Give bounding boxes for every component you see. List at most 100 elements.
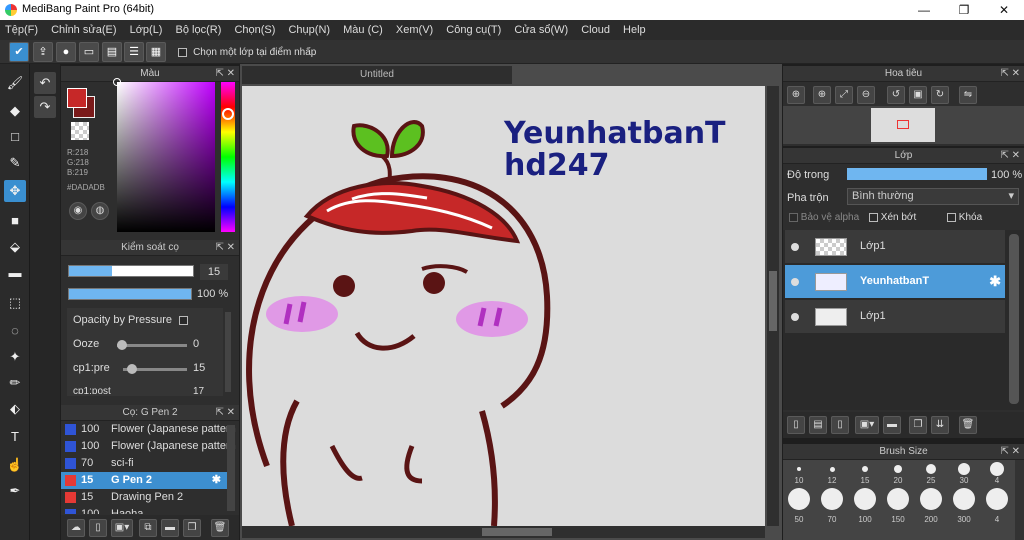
brush-size-scrollbar[interactable]	[1015, 460, 1024, 540]
maximize-button[interactable]: ❐	[944, 0, 984, 20]
blend-mode-select[interactable]: Bình thường ▾	[847, 188, 1019, 205]
eyedropper-tool-icon[interactable]: ✒	[4, 480, 26, 502]
add-brush-dropdown-icon[interactable]: ▣▾	[111, 519, 133, 537]
ooze-slider[interactable]	[117, 344, 187, 347]
chat-icon[interactable]: ▭	[79, 42, 99, 62]
canvas-vscroll-thumb[interactable]	[769, 271, 777, 331]
brush-size-preset[interactable]	[986, 488, 1008, 510]
brush-size-preset[interactable]	[821, 488, 843, 510]
brush-size-preset[interactable]	[862, 466, 868, 472]
visibility-icon[interactable]	[791, 243, 799, 251]
brush-item[interactable]: 100 Flower (Japanese pattern	[61, 438, 236, 455]
close-button[interactable]: ✕	[984, 0, 1024, 20]
visibility-icon[interactable]	[791, 278, 799, 286]
brush-size-preset[interactable]	[797, 467, 801, 471]
zoom-out-icon[interactable]: ⊖	[857, 86, 875, 104]
brush-size-preset[interactable]	[854, 488, 876, 510]
grid-check-icon[interactable]: ▦	[146, 42, 166, 62]
layer-opacity-bar[interactable]	[847, 168, 987, 180]
select-pen-icon[interactable]: ✏	[4, 372, 26, 394]
folder-icon[interactable]: ▬	[883, 416, 901, 434]
gradient-tool-icon[interactable]: ▬	[4, 262, 26, 284]
rotate-right-icon[interactable]: ↻	[931, 86, 949, 104]
new-halftone-layer-icon[interactable]: ▤	[809, 416, 827, 434]
brush-item[interactable]: 70 sci-fi	[61, 455, 227, 472]
duplicate-icon[interactable]: ❐	[183, 519, 201, 537]
transparent-swatch-icon[interactable]	[71, 122, 89, 140]
brush-size-preset[interactable]	[990, 462, 1004, 476]
brush-tool-icon[interactable]: 🖌	[4, 72, 26, 94]
brush-size-preset[interactable]	[894, 465, 902, 473]
brush-list-scrollbar[interactable]	[227, 425, 235, 511]
layer-row[interactable]: Lớp1	[785, 230, 1005, 264]
new-layer-icon[interactable]: ▯	[787, 416, 805, 434]
menu-cloud[interactable]: Cloud	[576, 20, 615, 40]
document-tab[interactable]: Untitled	[242, 66, 512, 84]
dot-tool-icon[interactable]: ✎	[4, 152, 26, 174]
visibility-icon[interactable]	[791, 313, 799, 321]
zoom-in-icon[interactable]: ⊕	[813, 86, 831, 104]
panel-close-icon[interactable]: ⇱ ✕	[215, 405, 235, 421]
fit-window-icon[interactable]: ▣	[909, 86, 927, 104]
panel-close-icon[interactable]: ⇱ ✕	[1000, 66, 1020, 82]
canvas-hscroll-thumb[interactable]	[482, 528, 552, 536]
protect-alpha-checkbox[interactable]	[789, 212, 798, 222]
folder-icon[interactable]: ▬	[161, 519, 179, 537]
brush-size-preset[interactable]	[920, 488, 942, 510]
clipping-option[interactable]: Xén bớt	[869, 212, 916, 223]
trash-icon[interactable]: 🗑	[211, 519, 229, 537]
new-brush-icon[interactable]: ▯	[89, 519, 107, 537]
clipping-checkbox[interactable]	[869, 212, 878, 222]
move-tool-icon[interactable]: ✥	[4, 180, 26, 202]
bucket-tool-icon[interactable]: ⬙	[4, 236, 26, 258]
brush-size-preset[interactable]	[788, 488, 810, 510]
comment-icon[interactable]: ●	[56, 42, 76, 62]
hue-slider[interactable]	[221, 82, 235, 232]
minimize-button[interactable]: —	[904, 0, 944, 20]
upload-icon[interactable]: ⇪	[33, 42, 53, 62]
brush-item-selected[interactable]: 15 G Pen 2 ✱	[61, 472, 227, 489]
menu-snap[interactable]: Chụp(N)	[283, 20, 335, 40]
saturation-value-picker[interactable]	[113, 78, 215, 232]
lock-checkbox[interactable]	[947, 212, 956, 222]
cloud-download-icon[interactable]: ☁	[67, 519, 85, 537]
magic-wand-icon[interactable]: ✦	[4, 346, 26, 368]
rotate-left-icon[interactable]: ↺	[887, 86, 905, 104]
flip-icon[interactable]: ⇋	[959, 86, 977, 104]
undo-icon[interactable]: ↶	[34, 72, 56, 94]
brush-opacity-bar[interactable]	[68, 288, 192, 300]
brush-size-preset[interactable]	[953, 488, 975, 510]
menu-color[interactable]: Màu (C)	[338, 20, 388, 40]
menu-view[interactable]: Xem(V)	[391, 20, 438, 40]
redo-icon[interactable]: ↷	[34, 96, 56, 118]
trash-icon[interactable]: 🗑	[959, 416, 977, 434]
select-rect-icon[interactable]: ⬚	[4, 292, 26, 314]
navigator-viewport[interactable]	[897, 120, 909, 129]
lock-option[interactable]: Khóa	[947, 212, 982, 223]
brush-settings-scrollbar[interactable]	[225, 312, 231, 392]
menu-layer[interactable]: Lớp(L)	[125, 20, 168, 40]
palette-icon[interactable]: ◉	[69, 202, 87, 220]
panel-close-icon[interactable]: ⇱ ✕	[215, 66, 235, 82]
panel-close-icon[interactable]: ⇱ ✕	[1000, 444, 1020, 460]
brush-size-preset[interactable]	[887, 488, 909, 510]
canvas-vertical-scrollbar[interactable]	[767, 86, 779, 526]
brush-size-preset[interactable]	[926, 464, 936, 474]
select-layer-checkbox[interactable]	[178, 47, 187, 57]
eraser-tool-icon[interactable]: ◆	[4, 100, 26, 122]
auto-select-icon[interactable]: ✔	[9, 42, 29, 62]
brush-item[interactable]: 100 Flower (Japanese pattern	[61, 421, 236, 438]
rectangle-tool-icon[interactable]: □	[4, 126, 26, 148]
fit-icon[interactable]: ⤢	[835, 86, 853, 104]
layer-row[interactable]: Lớp1	[785, 300, 1005, 334]
select-eraser-icon[interactable]: ⬖	[4, 398, 26, 420]
panel-close-icon[interactable]: ⇱ ✕	[215, 240, 235, 256]
layer-row-selected[interactable]: YeunhatbanT ✱	[785, 265, 1005, 299]
primary-color-swatch[interactable]	[67, 88, 87, 108]
operation-tool-icon[interactable]: ☝	[4, 454, 26, 476]
add-layer-dropdown-icon[interactable]: ▣▾	[855, 416, 879, 434]
drawing-canvas[interactable]: YeunhatbanT hd247	[242, 86, 765, 526]
color-wheel-icon[interactable]: ◍	[91, 202, 109, 220]
navigator-preview[interactable]	[783, 106, 1024, 144]
merge-down-icon[interactable]: ⇊	[931, 416, 949, 434]
